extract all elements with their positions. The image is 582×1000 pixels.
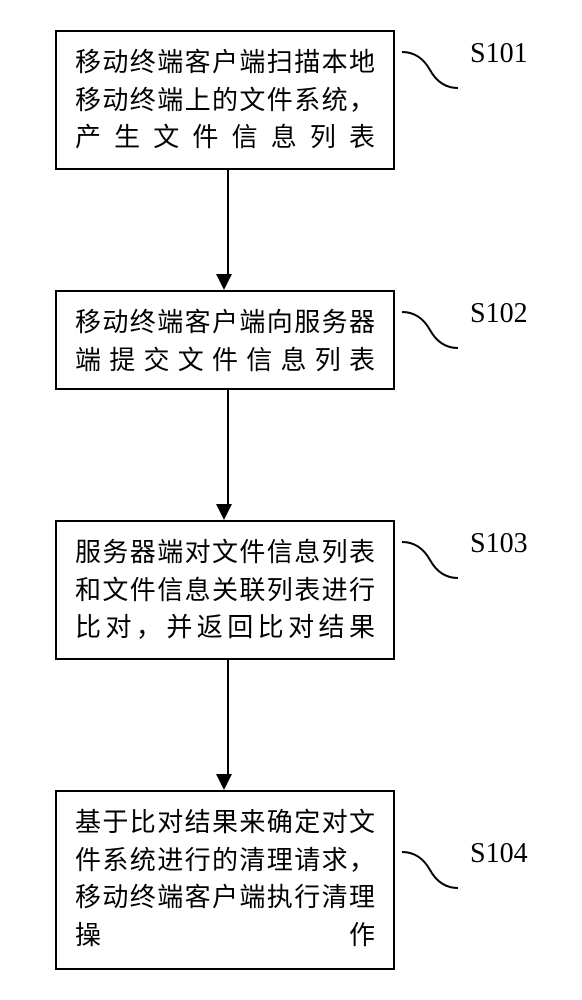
step-box-2: 移动终端客户端向服务器端提交文件信息列表	[55, 290, 395, 390]
step-text-3: 服务器端对文件信息列表和文件信息关联列表进行比对，并返回比对结果	[75, 538, 375, 642]
step-box-3: 服务器端对文件信息列表和文件信息关联列表进行比对，并返回比对结果	[55, 520, 395, 660]
connector-bracket-4	[400, 850, 460, 890]
flowchart-container: 移动终端客户端扫描本地移动终端上的文件系统，产生文件信息列表 S101 移动终端…	[0, 0, 582, 1000]
arrow-3	[223, 660, 232, 790]
step-box-4: 基于比对结果来确定对文件系统进行的清理请求，移动终端客户端执行清理操作	[55, 790, 395, 970]
step-label-2: S102	[470, 298, 528, 330]
connector-bracket-1	[400, 50, 460, 90]
step-label-4: S104	[470, 838, 528, 870]
arrow-2	[223, 390, 232, 520]
step-box-1: 移动终端客户端扫描本地移动终端上的文件系统，产生文件信息列表	[55, 30, 395, 170]
step-label-3: S103	[470, 528, 528, 560]
step-text-4: 基于比对结果来确定对文件系统进行的清理请求，移动终端客户端执行清理操作	[75, 808, 375, 950]
connector-bracket-3	[400, 540, 460, 580]
step-label-1: S101	[470, 38, 528, 70]
arrow-1	[223, 170, 232, 290]
step-text-1: 移动终端客户端扫描本地移动终端上的文件系统，产生文件信息列表	[75, 48, 375, 152]
step-text-2: 移动终端客户端向服务器端提交文件信息列表	[75, 308, 375, 375]
connector-bracket-2	[400, 310, 460, 350]
